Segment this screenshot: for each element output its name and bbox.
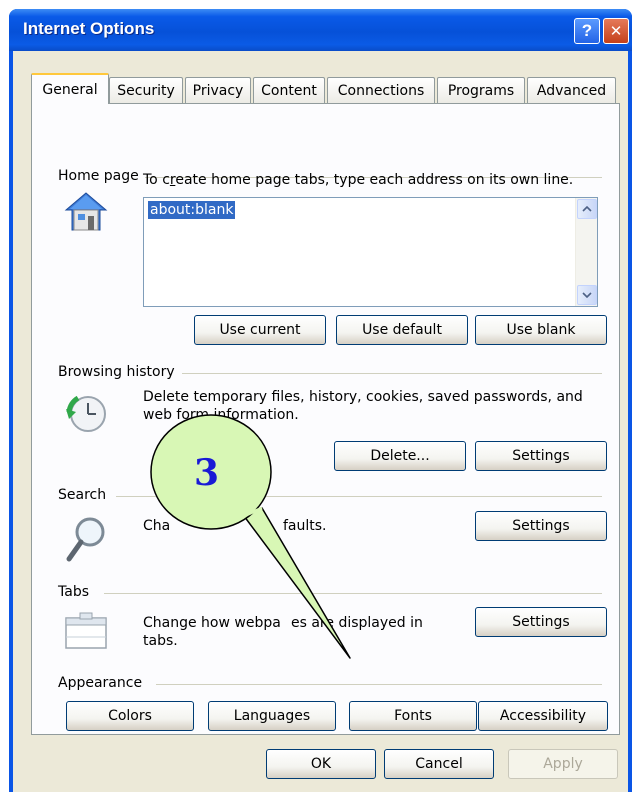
search-heading: Search — [58, 487, 113, 503]
tab-label: Programs — [447, 82, 515, 99]
button-label: Use default — [362, 322, 442, 338]
search-description-start: Cha — [143, 518, 171, 534]
home-page-heading: Home page — [58, 168, 145, 184]
button-label: Delete... — [370, 448, 430, 464]
tabs-window-icon — [65, 612, 107, 649]
chevron-up-icon — [582, 206, 592, 212]
button-label: OK — [310, 756, 332, 772]
address-scrollbar[interactable] — [575, 198, 597, 306]
use-current-button[interactable]: Use current — [194, 315, 326, 345]
tab-programs[interactable]: Programs — [437, 77, 525, 103]
group-divider — [182, 373, 602, 374]
button-label: Settings — [512, 448, 570, 464]
tab-label: General — [42, 81, 98, 98]
general-tab-panel: Home page To create home page tabs, type… — [31, 103, 620, 735]
close-button[interactable]: ✕ — [603, 18, 629, 44]
colors-button[interactable]: Colors — [66, 701, 194, 731]
button-label: Languages — [233, 708, 311, 724]
tab-general[interactable]: General — [31, 73, 109, 104]
home-page-address-value: about:blank — [148, 201, 236, 219]
chevron-down-icon — [582, 292, 592, 298]
dialog-client-area: General Security Privacy Content Connect… — [13, 51, 628, 792]
button-label: Apply — [543, 756, 583, 772]
tab-label: Advanced — [536, 82, 607, 99]
search-magnifier-icon — [66, 517, 105, 562]
button-label: Colors — [108, 708, 152, 724]
tab-connections[interactable]: Connections — [327, 77, 435, 103]
scroll-down-button[interactable] — [577, 285, 597, 305]
use-default-button[interactable]: Use default — [336, 315, 468, 345]
tabs-heading: Tabs — [58, 584, 95, 600]
home-page-instructions: To create home page tabs, type each addr… — [143, 172, 574, 188]
title-bar[interactable]: Internet Options ? ✕ — [9, 9, 632, 51]
tab-advanced[interactable]: Advanced — [527, 77, 616, 103]
tab-label: Content — [261, 82, 317, 99]
button-label: Cancel — [415, 756, 463, 772]
home-icon — [64, 192, 108, 231]
browsing-history-description: Delete temporary files, history, cookies… — [143, 389, 583, 423]
close-icon: ✕ — [609, 22, 623, 40]
browsing-history-heading: Browsing history — [58, 364, 181, 380]
cancel-button[interactable]: Cancel — [384, 749, 494, 779]
delete-history-button[interactable]: Delete... — [334, 441, 466, 471]
appearance-heading: Appearance — [58, 675, 149, 691]
button-label: Settings — [512, 518, 570, 534]
button-label: Accessibility — [499, 708, 587, 724]
tab-security[interactable]: Security — [109, 77, 183, 103]
home-page-address-input[interactable]: about:blank — [143, 197, 598, 307]
group-divider — [116, 496, 602, 497]
button-label: Fonts — [394, 708, 432, 724]
tab-content[interactable]: Content — [253, 77, 325, 103]
group-divider — [104, 593, 602, 594]
tab-privacy[interactable]: Privacy — [185, 77, 251, 103]
apply-button[interactable]: Apply — [508, 749, 618, 779]
tab-label: Security — [117, 82, 175, 99]
ok-button[interactable]: OK — [266, 749, 376, 779]
window-title: Internet Options — [23, 19, 155, 38]
tab-label: Privacy — [192, 82, 244, 99]
help-icon: ? — [581, 21, 593, 40]
languages-button[interactable]: Languages — [208, 701, 336, 731]
tabs-settings-button[interactable]: Settings — [475, 607, 607, 637]
button-label: Use current — [219, 322, 301, 338]
tab-label: Connections — [337, 82, 425, 99]
help-button[interactable]: ? — [574, 18, 600, 44]
button-label: Settings — [512, 614, 570, 630]
tabs-description-part1: Change how webpa — [143, 615, 281, 631]
fonts-button[interactable]: Fonts — [349, 701, 477, 731]
group-divider — [156, 684, 602, 685]
step-number: 3 — [194, 452, 220, 494]
history-settings-button[interactable]: Settings — [475, 441, 607, 471]
button-label: Use blank — [506, 322, 576, 338]
use-blank-button[interactable]: Use blank — [475, 315, 607, 345]
history-clock-icon — [66, 395, 106, 432]
search-settings-button[interactable]: Settings — [475, 511, 607, 541]
tabs-description-part2: es are displayed in — [291, 615, 423, 631]
accessibility-button[interactable]: Accessibility — [478, 701, 608, 731]
internet-options-window: Internet Options ? ✕ General Security Pr… — [9, 9, 632, 792]
tabs-description-line2: tabs. — [143, 633, 178, 649]
scroll-up-button[interactable] — [577, 199, 597, 219]
search-description-end: faults. — [283, 518, 327, 534]
